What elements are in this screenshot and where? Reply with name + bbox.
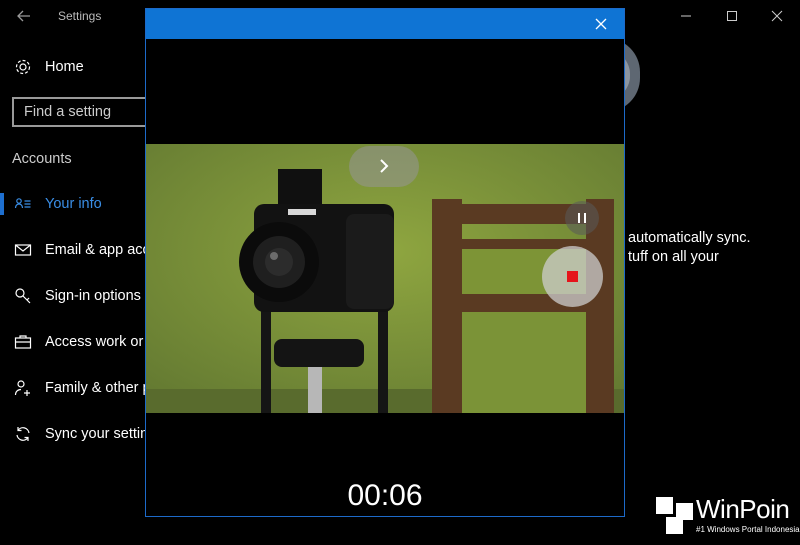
close-icon[interactable] [767,6,787,26]
sidebar-item-label: Family & other p [45,380,151,396]
account-description-line: automatically sync. [628,230,751,246]
person-add-icon [14,380,30,396]
sidebar-item-label: Email & app acc [45,242,150,258]
recording-timer: 00:06 [347,479,423,512]
pause-icon [578,213,586,223]
sidebar-item-label: Sign-in options [45,288,141,304]
nav-home-label: Home [45,59,84,75]
person-card-icon [14,198,31,209]
back-arrow-icon[interactable] [14,6,34,26]
pause-button[interactable] [565,201,599,235]
sidebar-item-work[interactable]: Access work or [14,330,143,354]
briefcase-icon [14,335,32,349]
sidebar-item-family[interactable]: Family & other p [14,376,151,400]
sidebar-item-label: Your info [45,196,102,212]
sidebar-item-email[interactable]: Email & app acc [14,238,150,262]
gear-icon [15,59,31,75]
next-button[interactable] [349,146,419,187]
maximize-icon[interactable] [722,6,742,26]
minimize-icon[interactable] [676,6,696,26]
section-label: Accounts [12,151,72,167]
watermark-logo-icon [656,497,693,534]
selected-indicator [0,193,4,215]
search-input[interactable]: Find a setting [12,97,152,127]
sidebar-item-sign-in[interactable]: Sign-in options [14,284,141,308]
mail-icon [14,244,32,256]
chevron-right-icon [380,159,389,173]
close-icon[interactable] [592,15,610,33]
stop-icon [567,271,578,282]
watermark-name: WinPoin [696,494,790,524]
stop-recording-button[interactable] [542,246,603,307]
app-title: Settings [58,9,102,23]
account-description-line: tuff on all your [628,249,719,265]
sidebar-item-sync[interactable]: Sync your settin [14,422,148,446]
sync-icon [16,427,30,441]
sidebar-item-label: Sync your settin [45,426,149,442]
sidebar-item-your-info[interactable]: Your info [14,192,102,216]
search-placeholder: Find a setting [24,104,112,120]
nav-home[interactable]: Home [14,55,84,79]
watermark-tagline: #1 Windows Portal Indonesia [696,525,800,534]
camera-titlebar [146,9,624,39]
key-icon [15,288,31,304]
sidebar-item-label: Access work or [45,334,144,350]
